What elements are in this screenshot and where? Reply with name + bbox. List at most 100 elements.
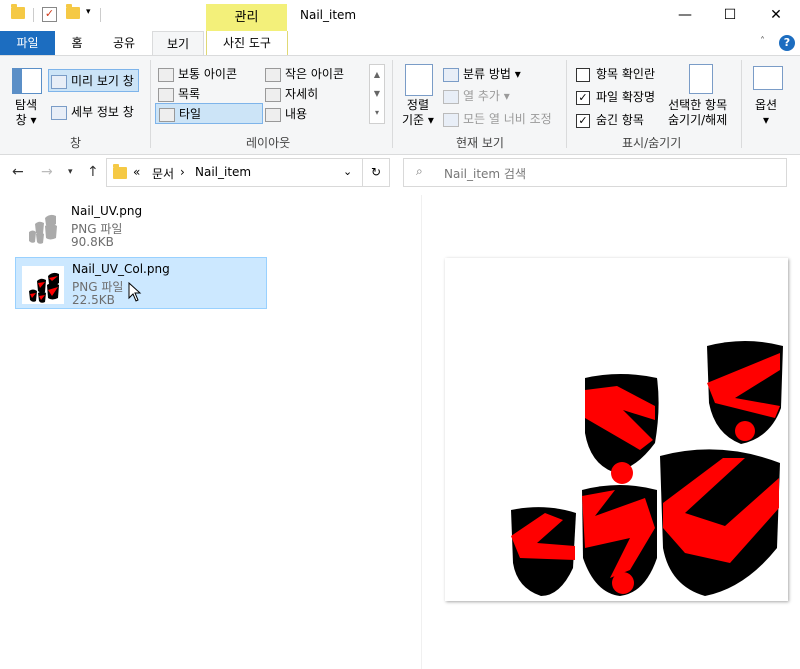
new-folder-icon[interactable] [66, 4, 80, 19]
title-bar: ✓ ▾ 관리 Nail_item — ☐ ✕ [0, 0, 800, 31]
layout-tiles-label: 타일 [179, 107, 202, 121]
size-all-columns-label: 모든 열 너비 조정 [463, 112, 552, 126]
sort-by-label-1: 정렬 [406, 98, 430, 112]
customize-quick-access-icon[interactable]: ▾ [86, 7, 91, 17]
refresh-button[interactable]: ↻ [362, 158, 390, 187]
layout-scrollbar[interactable]: ▲ ▼ ▾ [369, 64, 385, 124]
tab-picture-tools[interactable]: 사진 도구 [206, 31, 288, 55]
group-label-layout: 레이아웃 [246, 136, 291, 150]
medium-icons-icon [158, 67, 174, 82]
file-thumbnail [22, 266, 64, 304]
forward-arrow-icon[interactable]: → [41, 164, 53, 180]
folder-icon [113, 164, 127, 179]
hide-selected-label-2: 숨기기/해제 [668, 113, 728, 127]
options-label: 옵션 [755, 98, 778, 112]
details-pane-button[interactable]: 세부 정보 창 [51, 103, 134, 120]
preview-image [445, 258, 788, 601]
layout-content[interactable]: 내용 [265, 105, 307, 122]
maximize-button[interactable]: ☐ [707, 3, 753, 27]
add-columns-icon [443, 89, 459, 104]
navigation-pane-button[interactable]: 탐색 창 ▾ [15, 98, 37, 128]
layout-list[interactable]: 목록 [158, 85, 200, 102]
properties-icon[interactable]: ✓ [42, 7, 57, 22]
group-label-pane: 창 [70, 136, 82, 150]
layout-details[interactable]: 자세히 [265, 85, 318, 102]
options-button[interactable]: 옵션 ▾ [755, 98, 777, 128]
divider [33, 8, 34, 22]
divider [100, 8, 101, 22]
collapse-ribbon-icon[interactable]: ˄ [760, 36, 765, 47]
address-bar[interactable]: « 문서 › Nail_item ⌄ [106, 158, 364, 187]
ribbon-tab-bar: 파일 홈 공유 보기 사진 도구 ˄ ? [0, 31, 800, 56]
file-extensions-checkbox[interactable]: ✓ [576, 90, 590, 105]
group-label-show-hide: 표시/숨기기 [622, 136, 682, 150]
layout-medium-icons[interactable]: 보통 아이콘 [158, 65, 237, 82]
back-arrow-icon[interactable]: ← [12, 164, 24, 180]
content-icon [265, 107, 281, 122]
options-icon [753, 66, 783, 90]
divider [150, 60, 151, 148]
hide-selected-button[interactable]: 선택한 항목 숨기기/해제 [668, 98, 727, 128]
preview-pane-icon [51, 74, 67, 89]
divider [392, 60, 393, 148]
file-size: 90.8KB [71, 235, 114, 249]
hidden-items-label: 숨긴 항목 [596, 113, 644, 127]
size-all-columns-button[interactable]: 모든 열 너비 조정 [443, 110, 552, 127]
close-button[interactable]: ✕ [753, 3, 799, 27]
breadcrumb-separator-icon[interactable]: › [180, 165, 185, 179]
file-name: Nail_UV.png [71, 204, 143, 218]
search-placeholder: Nail_item 검색 [444, 167, 527, 181]
address-dropdown-icon[interactable]: ⌄ [343, 165, 352, 178]
search-icon: ⌕ [416, 164, 423, 178]
search-input[interactable]: ⌕ Nail_item 검색 [403, 158, 787, 187]
layout-details-label: 자세히 [285, 87, 319, 101]
breadcrumb-overflow[interactable]: « [133, 165, 140, 179]
layout-medium-icons-label: 보통 아이콘 [178, 67, 238, 81]
navigation-pane-label-2: 창 ▾ [15, 113, 37, 127]
sort-by-label-2: 기준 ▾ [402, 113, 434, 127]
add-columns-label: 열 추가 [463, 89, 500, 103]
group-label-current-view: 현재 보기 [456, 136, 504, 150]
add-columns-button[interactable]: 열 추가 ▾ [443, 87, 510, 104]
group-by-button[interactable]: 분류 방법 ▾ [443, 65, 521, 82]
navigation-pane-icon [12, 68, 42, 94]
details-icon [265, 87, 281, 102]
breadcrumb-nail-item[interactable]: Nail_item [195, 165, 251, 179]
hidden-items-toggle[interactable]: ✓ 숨긴 항목 [576, 111, 644, 128]
context-tab-manage[interactable]: 관리 [206, 4, 287, 31]
recent-locations-icon[interactable]: ▾ [68, 167, 73, 177]
layout-small-icons-label: 작은 아이콘 [285, 67, 345, 81]
breadcrumb-documents[interactable]: 문서 [152, 165, 174, 182]
layout-tiles[interactable]: 타일 [155, 103, 263, 124]
file-thumbnail [21, 208, 63, 246]
divider [566, 60, 567, 148]
sort-by-button[interactable]: 정렬 기준 ▾ [402, 98, 434, 128]
tab-share[interactable]: 공유 [104, 31, 144, 55]
tab-home[interactable]: 홈 [62, 31, 92, 55]
details-pane-label: 세부 정보 창 [71, 105, 134, 119]
group-by-label: 분류 방법 [463, 67, 511, 81]
refresh-icon: ↻ [370, 165, 382, 179]
layout-small-icons[interactable]: 작은 아이콘 [265, 65, 344, 82]
layout-content-label: 내용 [285, 107, 308, 121]
hidden-items-checkbox[interactable]: ✓ [576, 113, 590, 128]
chevron-down-icon: ▾ [763, 113, 770, 127]
preview-pane-button[interactable]: 미리 보기 창 [48, 69, 139, 92]
list-icon [158, 87, 174, 102]
tab-file[interactable]: 파일 [0, 31, 55, 55]
file-extensions-toggle[interactable]: ✓ 파일 확장명 [576, 88, 655, 105]
up-arrow-icon[interactable]: ↑ [87, 164, 99, 180]
window-title: Nail_item [300, 8, 357, 22]
help-icon[interactable]: ? [779, 35, 795, 51]
file-size: 22.5KB [72, 293, 115, 307]
mouse-cursor-icon [128, 282, 142, 302]
file-item-nail-uv[interactable]: Nail_UV.png PNG 파일 90.8KB [15, 200, 265, 250]
minimize-button[interactable]: — [662, 3, 708, 27]
tab-view[interactable]: 보기 [152, 31, 204, 56]
divider [741, 60, 742, 148]
file-name: Nail_UV_Col.png [72, 262, 170, 276]
item-checkboxes-toggle[interactable]: 항목 확인란 [576, 65, 655, 82]
item-checkboxes-checkbox[interactable] [576, 67, 590, 82]
ribbon: 탐색 창 ▾ 미리 보기 창 세부 정보 창 창 보통 아이콘 작은 아이콘 목… [0, 55, 800, 155]
preview-pane-label: 미리 보기 창 [71, 74, 134, 88]
